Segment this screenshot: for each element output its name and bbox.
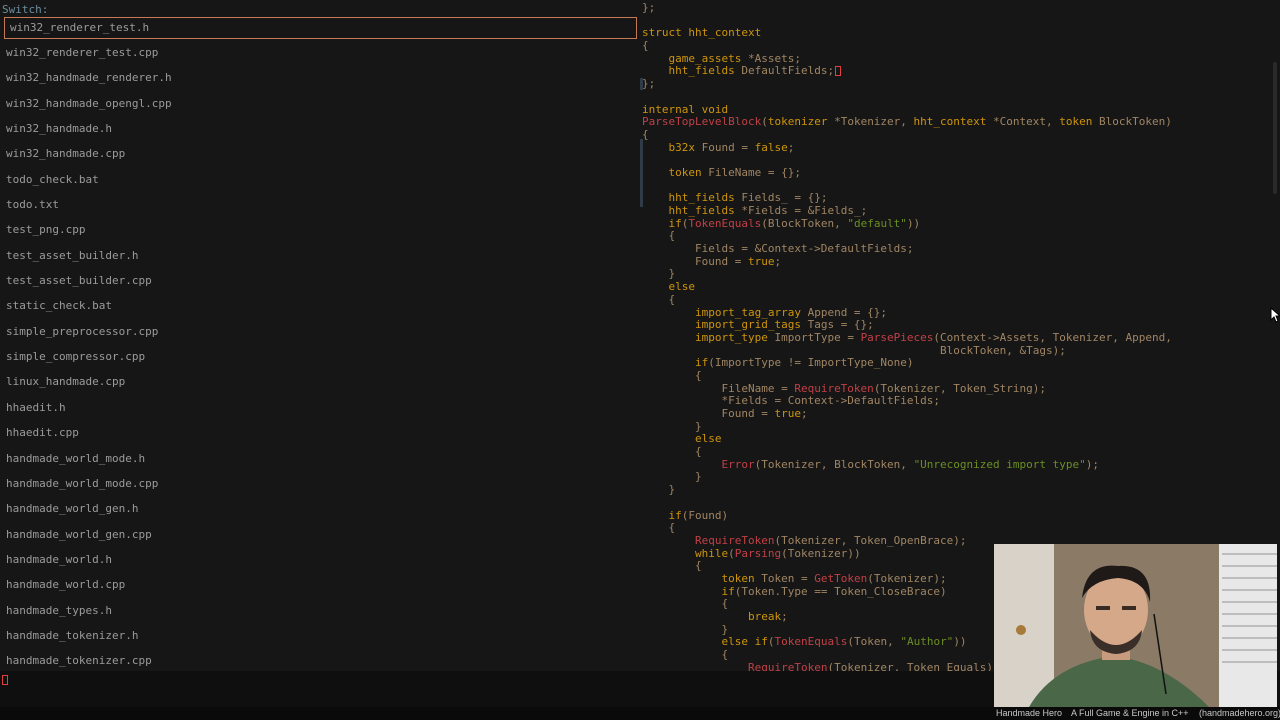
gutter-marker — [640, 139, 643, 207]
show-url: (handmadehero.org) — [1199, 708, 1280, 718]
code-line: b32x Found = false; — [668, 140, 795, 154]
file-item-selected[interactable]: win32_renderer_test.h — [4, 17, 637, 39]
file-item[interactable]: handmade_world_mode.cpp — [0, 471, 640, 496]
code-line: Error(Tokenizer, BlockToken, "Unrecogniz… — [721, 457, 1099, 471]
file-item[interactable]: test_png.cpp — [0, 217, 640, 242]
file-item[interactable]: win32_handmade_opengl.cpp — [0, 91, 640, 116]
file-item[interactable]: todo.txt — [0, 192, 640, 217]
file-item[interactable]: handmade_world.h — [0, 547, 640, 572]
file-item[interactable]: static_check.bat — [0, 293, 640, 318]
code-line: hht_fields DefaultFields; — [668, 64, 835, 78]
gutter-marker — [640, 78, 643, 90]
command-cursor — [2, 675, 8, 685]
file-item[interactable]: handmade_world.cpp — [0, 572, 640, 597]
file-item[interactable]: handmade_world_gen.h — [0, 496, 640, 521]
file-item[interactable]: test_asset_builder.h — [0, 243, 640, 268]
mouse-pointer-icon — [1270, 307, 1280, 323]
file-item[interactable]: test_asset_builder.cpp — [0, 268, 640, 293]
file-item[interactable]: win32_handmade.h — [0, 116, 640, 141]
code-line: Found = true; — [642, 254, 782, 268]
code-line: else — [694, 432, 722, 446]
code-line: import_type ImportType = ParsePieces(Con… — [694, 330, 1172, 344]
code-line: else — [668, 280, 696, 294]
code-line: token FileName = {}; — [668, 165, 801, 179]
file-item[interactable]: win32_handmade.cpp — [0, 141, 640, 166]
file-item[interactable]: win32_handmade_renderer.h — [0, 65, 640, 90]
webcam-overlay — [994, 544, 1277, 707]
file-item[interactable]: todo_check.bat — [0, 167, 640, 192]
text-cursor — [835, 66, 841, 76]
show-tagline: A Full Game & Engine in C++ — [1071, 708, 1189, 718]
code-line: }; — [642, 77, 656, 91]
code-line: } — [642, 470, 702, 484]
file-item[interactable]: win32_renderer_test.cpp — [0, 40, 640, 65]
file-item[interactable]: handmade_world_mode.h — [0, 446, 640, 471]
webcam-image — [994, 544, 1277, 707]
code-line: ParseTopLevelBlock(tokenizer *Tokenizer,… — [642, 115, 1172, 129]
stream-caption-bar: Handmade Hero A Full Game & Engine in C+… — [0, 707, 1280, 720]
switch-panel: Switch: win32_renderer_test.h win32_rende… — [0, 0, 640, 671]
code-line: { — [642, 368, 702, 382]
code-line: Found = true; — [642, 407, 808, 420]
code-line: if(Found) — [668, 508, 729, 522]
file-item[interactable]: hhaedit.cpp — [0, 420, 640, 445]
file-item[interactable]: hhaedit.h — [0, 395, 640, 420]
file-item[interactable]: linux_handmade.cpp — [0, 369, 640, 394]
show-name: Handmade Hero — [996, 708, 1063, 718]
code-line: if(TokenEquals(BlockToken, "default")) — [668, 216, 921, 230]
code-line: if(ImportType != ImportType_None) — [694, 356, 914, 370]
file-list: win32_renderer_test.h win32_renderer_test… — [0, 15, 640, 671]
code-line: Fields = &Context->DefaultFields; — [642, 242, 914, 256]
file-item[interactable]: handmade_tokenizer.h — [0, 623, 640, 648]
file-item[interactable]: simple_preprocessor.cpp — [0, 319, 640, 344]
editor-scrollbar[interactable] — [1273, 62, 1277, 194]
code-line: } — [642, 483, 676, 497]
code-line: struct hht_context — [642, 26, 762, 40]
code-line: }; — [642, 1, 656, 14]
code-line: { — [642, 127, 649, 141]
code-line: } — [642, 267, 676, 281]
file-item[interactable]: handmade_tokenizer.cpp — [0, 648, 640, 671]
file-item[interactable]: handmade_world_gen.cpp — [0, 522, 640, 547]
file-item[interactable]: simple_compressor.cpp — [0, 344, 640, 369]
file-item[interactable]: handmade_types.h — [0, 598, 640, 623]
